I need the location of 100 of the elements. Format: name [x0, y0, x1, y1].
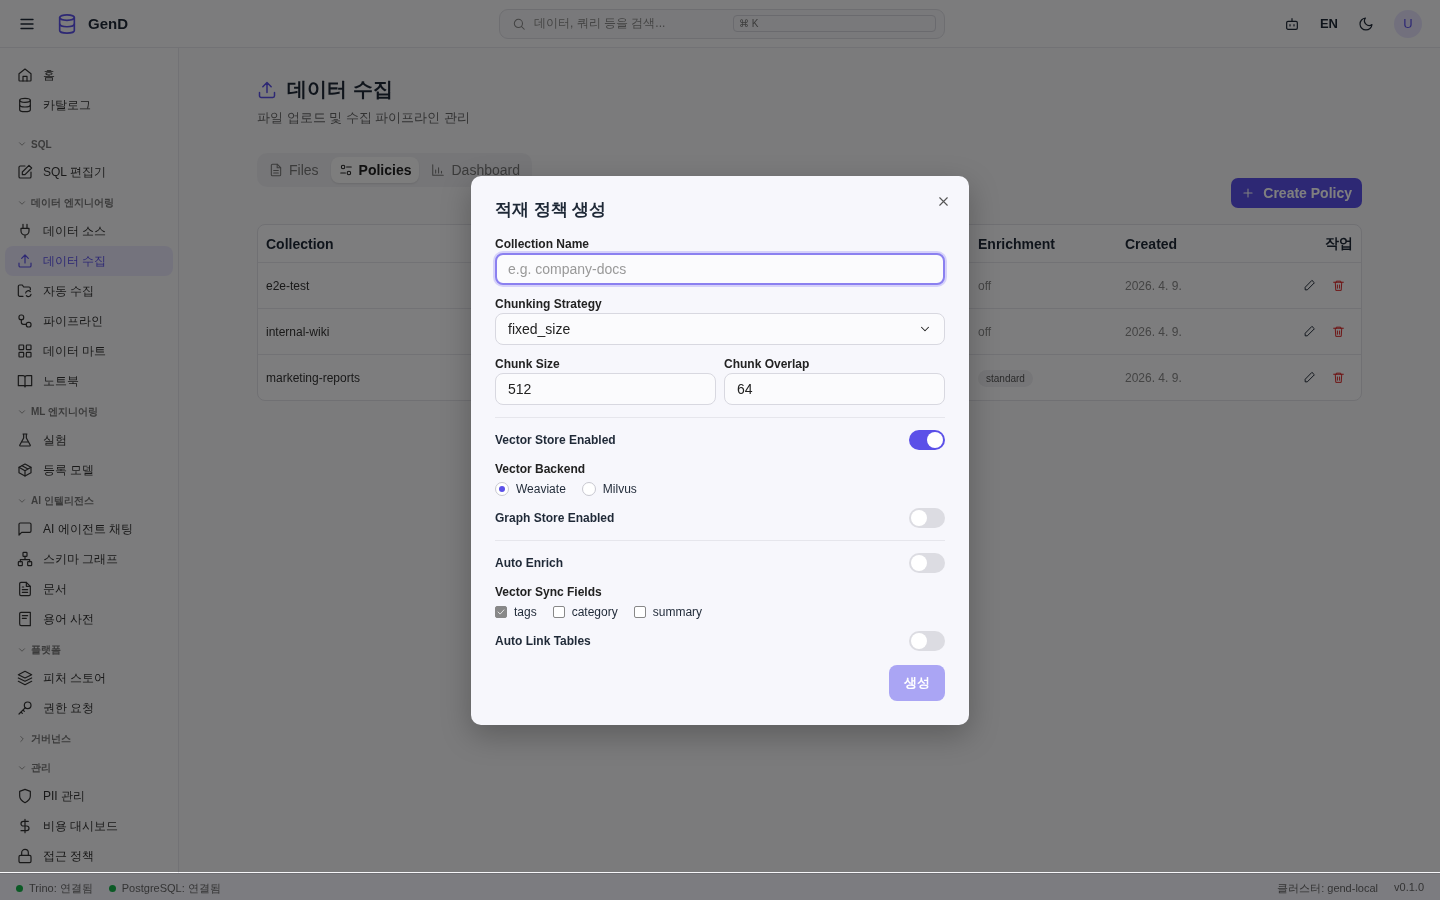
tab[interactable]: Policies: [330, 157, 420, 183]
sidebar-item[interactable]: 카탈로그: [5, 90, 173, 120]
table-cell-text: e2e-test: [265, 278, 311, 293]
sidebar-item[interactable]: 등록 모델: [5, 455, 173, 485]
user-avatar[interactable]: U: [1394, 9, 1422, 38]
moon-icon: [1358, 15, 1374, 32]
input-field[interactable]: 512: [495, 372, 716, 405]
connection-status: Trino: 연결됨: [29, 880, 93, 896]
toggle-label: Auto Link Tables: [495, 633, 591, 648]
column-header: Enrichment: [977, 235, 1056, 252]
sidebar-item[interactable]: 권한 요청: [5, 693, 173, 723]
key-icon: [17, 700, 33, 716]
sidebar-section[interactable]: AI 인텔리전스: [5, 488, 173, 514]
cluster-label: 클러스터: gend-local: [1277, 880, 1379, 896]
sidebar-item[interactable]: 데이터 마트: [5, 336, 173, 366]
checkbox[interactable]: [633, 605, 646, 618]
sidebar-section[interactable]: SQL: [5, 131, 173, 157]
option-label: category: [571, 604, 618, 619]
table-cell-text: internal-wiki: [265, 324, 331, 339]
create-policy-button[interactable]: Create Policy: [1231, 178, 1362, 208]
sidebar-item[interactable]: 노트북: [5, 366, 173, 396]
book-icon: [17, 373, 33, 389]
sidebar-item[interactable]: 데이터 수집: [5, 246, 173, 276]
input-field[interactable]: e.g. company-docs: [495, 252, 945, 285]
sidebar-section[interactable]: 관리: [5, 755, 173, 781]
column-header: Collection: [265, 235, 335, 252]
sidebar-section[interactable]: ML 엔지니어링: [5, 399, 173, 425]
pencil-icon: [1303, 325, 1316, 338]
table-cell: off: [978, 324, 992, 339]
chevron-down-icon: [17, 139, 27, 149]
page-subtitle: 파일 업로드 및 수집 파이프라인 관리: [257, 109, 472, 127]
sidebar-item[interactable]: 파이프라인: [5, 306, 173, 336]
sidebar-item[interactable]: 비용 대시보드: [5, 811, 173, 841]
sidebar-item[interactable]: PII 관리: [5, 781, 173, 811]
search-icon: [512, 16, 526, 31]
home-icon: [17, 67, 33, 83]
chevron-down-icon: [17, 496, 27, 506]
sidebar-item[interactable]: AI 에이전트 채팅: [5, 514, 173, 544]
grid-icon: [17, 343, 33, 359]
sidebar-item[interactable]: 실험: [5, 425, 173, 455]
sidebar-item[interactable]: 피처 스토어: [5, 663, 173, 693]
toggle-switch[interactable]: [909, 630, 945, 651]
field-label: Chunk Overlap: [724, 356, 811, 371]
sidebar-item[interactable]: SQL 편집기: [5, 157, 173, 187]
option-label: Milvus: [602, 481, 637, 496]
chevron-down-icon: [17, 763, 27, 773]
sidebar-item[interactable]: 용어 사전: [5, 604, 173, 634]
trash-icon: [1332, 279, 1345, 292]
sidebar-item[interactable]: 스키마 그래프: [5, 544, 173, 574]
file-icon: [269, 163, 283, 177]
chevron-down-icon: [17, 198, 27, 208]
tab[interactable]: Files: [261, 157, 327, 183]
option-label: Weaviate: [516, 481, 566, 496]
sidebar-item[interactable]: 홈: [5, 60, 173, 90]
trash-icon: [1332, 371, 1345, 384]
language-button[interactable]: EN: [1319, 16, 1338, 31]
bar-chart-icon: [431, 163, 446, 177]
toggle-switch[interactable]: [909, 429, 945, 450]
tab[interactable]: Dashboard: [423, 157, 528, 183]
checkbox[interactable]: [495, 605, 507, 618]
lock-icon: [17, 848, 33, 864]
select-field[interactable]: fixed_size: [495, 312, 945, 345]
upload-icon: [257, 79, 277, 100]
toggle-switch[interactable]: [909, 552, 945, 573]
checkbox[interactable]: [552, 605, 565, 618]
table-cell: off: [978, 278, 992, 293]
field-label: Chunking Strategy: [495, 296, 603, 311]
radio-button[interactable]: [581, 481, 596, 496]
sidebar-item[interactable]: 접근 정책: [5, 841, 173, 871]
sidebar-section[interactable]: 거버넌스: [5, 726, 173, 752]
sidebar-section[interactable]: 데이터 엔지니어링: [5, 190, 173, 216]
chevron-down-icon: [17, 407, 27, 417]
table-cell-text: marketing-reports: [265, 370, 362, 385]
input-field[interactable]: 64: [724, 372, 945, 405]
layers-icon: [17, 670, 33, 686]
folder-sync-icon: [17, 283, 33, 299]
database-icon: [17, 97, 33, 113]
sidebar-item[interactable]: 문서: [5, 574, 173, 604]
flask-icon: [17, 432, 33, 448]
sidebar-item[interactable]: 데이터 소스: [5, 216, 173, 246]
toggle-label: Vector Store Enabled: [495, 432, 616, 447]
trash-icon: [1332, 325, 1345, 338]
box-icon: [17, 462, 33, 478]
radio-button[interactable]: [495, 481, 509, 496]
app-name: GenD: [88, 15, 128, 32]
book-text-icon: [17, 611, 33, 627]
sidebar-section[interactable]: 플랫폼: [5, 637, 173, 663]
document-icon: [17, 581, 33, 597]
chevron-right-icon: [17, 734, 27, 744]
network-icon: [17, 551, 33, 567]
database-icon: [56, 12, 78, 35]
toggle-label: Graph Store Enabled: [495, 510, 615, 525]
dollar-icon: [17, 818, 33, 834]
upload-icon: [17, 253, 33, 269]
field-label: Vector Sync Fields: [495, 584, 603, 599]
toggle-switch[interactable]: [909, 507, 945, 528]
field-label: Collection Name: [495, 236, 591, 251]
pencil-icon: [1303, 279, 1316, 292]
plus-icon: [1241, 186, 1256, 200]
sidebar-item[interactable]: 자동 수집: [5, 276, 173, 306]
